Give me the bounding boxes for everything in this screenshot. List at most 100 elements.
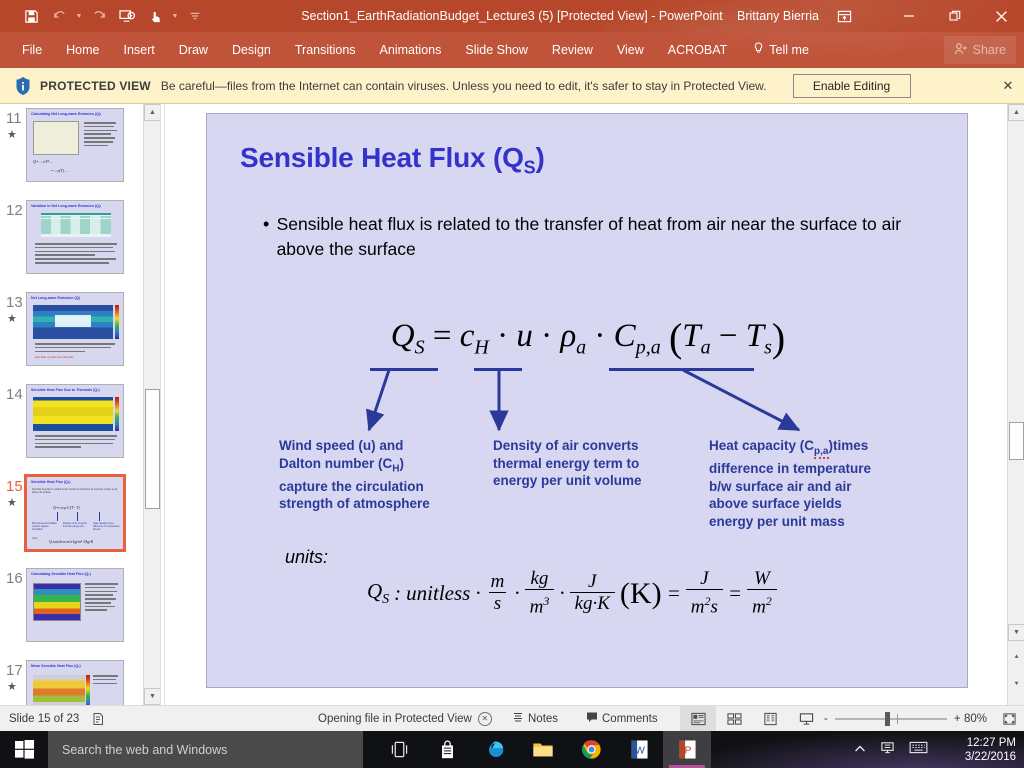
tab-file[interactable]: File — [10, 32, 54, 68]
zoom-slider-midpoint — [896, 713, 898, 724]
slide-title-subscript: S — [523, 157, 536, 178]
fit-slide-to-window-icon[interactable] — [1000, 710, 1018, 728]
clock-time: 12:27 PM — [966, 736, 1016, 749]
thumbnail-preview[interactable]: Mean Sensible Heat Flux (Qₛ) — [26, 660, 124, 705]
close-button[interactable] — [978, 0, 1024, 32]
close-icon[interactable]: ✕ — [1000, 78, 1016, 94]
units-f4-num: J — [700, 568, 709, 589]
scroll-up-icon[interactable]: ▲ — [144, 104, 161, 121]
thumbnail-slide-14[interactable]: 14 Sensible Heat Flux Due to Thermals (Q… — [0, 384, 143, 476]
thumbnail-number: 14 — [6, 386, 23, 403]
thumbnail-preview[interactable]: Variation in Net Long-wave Emission (Qₗ) — [26, 200, 124, 274]
notes-button[interactable]: Notes — [512, 711, 558, 726]
units-lhs: QS — [367, 579, 390, 608]
tab-design[interactable]: Design — [220, 32, 283, 68]
windows-taskbar: Search the web and Windows W P 12:27 PM … — [0, 731, 1024, 768]
thumbnail-title: Net Long-wave Emission (Qₗ) — [31, 296, 81, 300]
account-name[interactable]: Brittany Bierria — [737, 0, 819, 32]
tab-slide-show[interactable]: Slide Show — [453, 32, 540, 68]
slide-thumbnail-pane[interactable]: 11 ★ Calculating Net Long-wave Emission … — [0, 104, 143, 705]
units-f3-den: kg·K — [569, 592, 615, 615]
scroll-down-icon[interactable]: ▼ — [1008, 624, 1024, 641]
slide-sorter-view-button[interactable] — [716, 706, 752, 732]
tab-view[interactable]: View — [605, 32, 656, 68]
tab-acrobat[interactable]: ACROBAT — [656, 32, 740, 68]
tab-transitions[interactable]: Transitions — [283, 32, 368, 68]
powerpoint-icon[interactable]: P — [663, 731, 711, 768]
slide-canvas[interactable]: Sensible Heat Flux (QS) • Sensible heat … — [206, 113, 968, 688]
thumbnail-title: Mean Sensible Heat Flux (Qₛ) — [31, 664, 81, 668]
zoom-out-button[interactable]: - — [824, 713, 828, 725]
show-hidden-icons-icon[interactable] — [854, 741, 866, 759]
thumbnail-pane-scrollbar[interactable]: ▲ ▼ — [143, 104, 161, 705]
units-f5-den: m2 — [747, 589, 777, 618]
zoom-slider[interactable] — [834, 711, 947, 726]
share-button[interactable]: Share — [943, 36, 1016, 64]
ribbon-display-options-icon[interactable] — [824, 0, 864, 32]
task-view-icon[interactable] — [375, 731, 423, 768]
thumbnail-slide-17[interactable]: 17 ★ Mean Sensible Heat Flux (Qₛ) — [0, 660, 143, 705]
bullet-dot-icon: • — [263, 214, 270, 234]
heat-line-4: above surface yields — [709, 496, 842, 512]
thumbnail-preview[interactable]: Calculating Net Long-wave Emission (Qₗ) … — [26, 108, 124, 182]
heat-line-1a: Heat capacity (C — [709, 438, 815, 453]
thumbnail-slide-15[interactable]: 15 ★ Sensible Heat Flux (Qₛ) Sensible he… — [0, 474, 143, 568]
zoom-control[interactable]: - + — [824, 711, 961, 726]
zoom-level-label[interactable]: 80% — [964, 713, 987, 725]
thumbnail-slide-13[interactable]: 13 ★ Net Long-wave Emission (Qₗ) Next Sl… — [0, 292, 143, 384]
scrollbar-thumb[interactable] — [145, 389, 160, 509]
tell-me-box[interactable]: Tell me — [739, 42, 809, 58]
tab-insert[interactable]: Insert — [112, 32, 167, 68]
density-line-2: thermal energy term to — [493, 455, 640, 471]
bullet-text: Sensible heat flux is related to the tra… — [276, 214, 902, 259]
title-bar: ▼ ▼ Section1_EarthRadiationBudget_Lectur… — [0, 0, 1024, 32]
slide-counter[interactable]: Slide 15 of 23 — [9, 713, 79, 725]
thumbnail-title: Sensible Heat Flux (Qₛ) — [31, 480, 71, 484]
zoom-in-button[interactable]: + — [954, 713, 961, 725]
normal-view-button[interactable] — [680, 705, 716, 732]
file-explorer-icon[interactable] — [519, 731, 567, 768]
units-fraction-result-1: J m2s — [685, 568, 723, 618]
reading-view-button[interactable] — [752, 706, 788, 732]
search-input[interactable]: Search the web and Windows — [48, 731, 363, 768]
restore-button[interactable] — [932, 0, 978, 32]
tab-review[interactable]: Review — [540, 32, 605, 68]
tab-animations[interactable]: Animations — [368, 32, 454, 68]
taskbar-clock[interactable]: 12:27 PM 3/22/2016 — [965, 731, 1016, 768]
slide-editing-area[interactable]: Sensible Heat Flux (QS) • Sensible heat … — [167, 104, 995, 705]
thumbnail-preview[interactable]: Sensible Heat Flux Due to Thermals (Qₛ) — [26, 384, 124, 458]
thumbnail-slide-11[interactable]: 11 ★ Calculating Net Long-wave Emission … — [0, 108, 143, 200]
scroll-up-icon[interactable]: ▲ — [1008, 104, 1024, 121]
previous-slide-icon[interactable]: ⯅ — [1008, 649, 1024, 666]
word-icon[interactable]: W — [615, 731, 663, 768]
thumbnail-slide-12[interactable]: 12 Variation in Net Long-wave Emission (… — [0, 200, 143, 292]
cancel-icon[interactable]: ✕ — [477, 711, 492, 726]
units-fraction-velocity: m s — [486, 572, 510, 615]
thumbnail-preview[interactable]: Sensible Heat Flux (Qₛ) Sensible heat fl… — [24, 474, 126, 552]
keyboard-icon[interactable] — [909, 741, 928, 759]
thumbnail-slide-16[interactable]: 16 Calculating Sensible Heat Flux (Qₛ) — [0, 568, 143, 660]
tab-home[interactable]: Home — [54, 32, 111, 68]
enable-editing-button[interactable]: Enable Editing — [792, 73, 911, 98]
store-icon[interactable] — [423, 731, 471, 768]
minimize-button[interactable] — [886, 0, 932, 32]
tab-draw[interactable]: Draw — [167, 32, 220, 68]
accessibility-icon[interactable] — [91, 712, 105, 726]
slide-show-button[interactable] — [788, 706, 824, 732]
start-button[interactable] — [0, 731, 48, 768]
protected-view-bar: PROTECTED VIEW Be careful—files from the… — [0, 68, 1024, 104]
units-unitless: unitless — [406, 581, 471, 606]
edge-icon[interactable] — [471, 731, 519, 768]
scroll-down-icon[interactable]: ▼ — [144, 688, 161, 705]
comments-button[interactable]: Comments — [586, 711, 658, 726]
chrome-icon[interactable] — [567, 731, 615, 768]
next-slide-icon[interactable]: ⯆ — [1008, 676, 1024, 693]
onedrive-icon[interactable] — [880, 740, 895, 759]
thumbnail-preview[interactable]: Calculating Sensible Heat Flux (Qₛ) — [26, 568, 124, 642]
zoom-slider-thumb[interactable] — [884, 711, 890, 726]
slide-area-scrollbar[interactable]: ▲ ▼ ⯅ ⯆ — [1007, 104, 1024, 705]
thumbnail-preview[interactable]: Net Long-wave Emission (Qₗ) Next Slide: … — [26, 292, 124, 366]
protected-view-message: Be careful—files from the Internet can c… — [160, 78, 767, 93]
pane-splitter[interactable] — [160, 104, 165, 705]
scrollbar-thumb[interactable] — [1009, 422, 1024, 460]
